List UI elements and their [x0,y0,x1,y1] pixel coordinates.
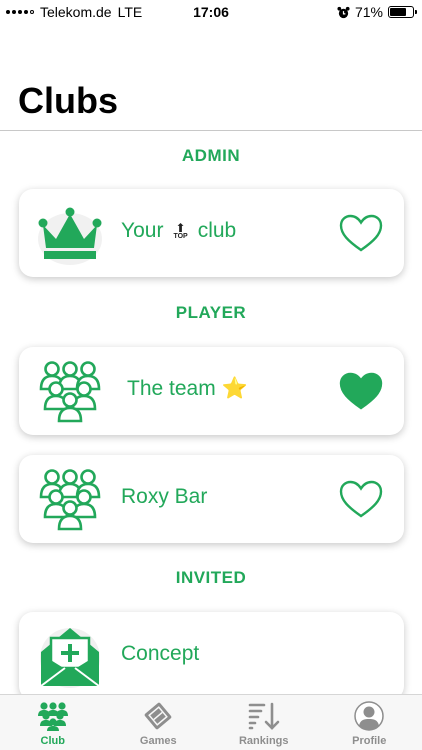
club-name-the-team: The team ⭐ [127,377,248,401]
status-right: 71% [337,4,417,20]
alarm-icon [337,6,350,18]
status-bar: Telekom.de LTE 17:06 71% [0,0,422,24]
club-name-roxy-bar: Roxy Bar [121,485,207,509]
club-name-label: Roxy Bar [121,485,208,508]
page-title: Clubs [18,80,119,121]
club-icon [37,702,68,731]
battery-fill [390,8,406,16]
tab-bar: Club Games Rankings Profile [0,694,422,750]
club-name-part1: Your [121,219,164,242]
crown-icon [38,207,102,265]
heart-outline-icon[interactable] [338,213,384,253]
heart-filled-icon[interactable] [338,371,384,411]
battery-icon [388,6,417,18]
group-icon [39,361,101,423]
tab-club[interactable]: Club [0,695,106,750]
club-card-the-team[interactable]: The team ⭐ [19,347,404,435]
club-name-label: Concept [121,642,200,665]
top-badge-label: TOP [173,233,188,240]
tab-label-club: Club [40,735,65,747]
envelope-plus-icon [40,628,100,688]
group-icon [39,469,101,531]
section-header-admin: ADMIN [181,146,241,165]
star-emoji: ⭐ [221,377,248,400]
top-badge: ⬆ TOP [173,222,187,240]
tab-games[interactable]: Games [106,695,212,750]
tab-label-rankings: Rankings [238,735,289,747]
club-name-label: The team [127,377,216,400]
profile-icon [354,701,384,731]
tab-label-profile: Profile [352,735,387,747]
club-name-concept: Concept [121,642,199,666]
tab-rankings[interactable]: Rankings [211,695,317,750]
club-card-your-club[interactable]: Your ⬆ TOP club [19,189,404,277]
battery-percent: 71% [354,4,383,20]
club-name-your-club: Your ⬆ TOP club [121,219,236,243]
games-icon [144,702,172,730]
heart-outline-icon[interactable] [338,479,384,519]
club-card-concept[interactable]: Concept [19,612,404,700]
club-card-roxy-bar[interactable]: Roxy Bar [19,455,404,543]
section-header-invited: INVITED [175,568,247,587]
tab-profile[interactable]: Profile [317,695,422,750]
section-header-player: PLAYER [175,303,247,322]
rankings-icon [248,702,280,730]
club-name-part2: club [197,219,237,242]
title-divider [0,130,422,131]
tab-label-games: Games [139,735,177,747]
